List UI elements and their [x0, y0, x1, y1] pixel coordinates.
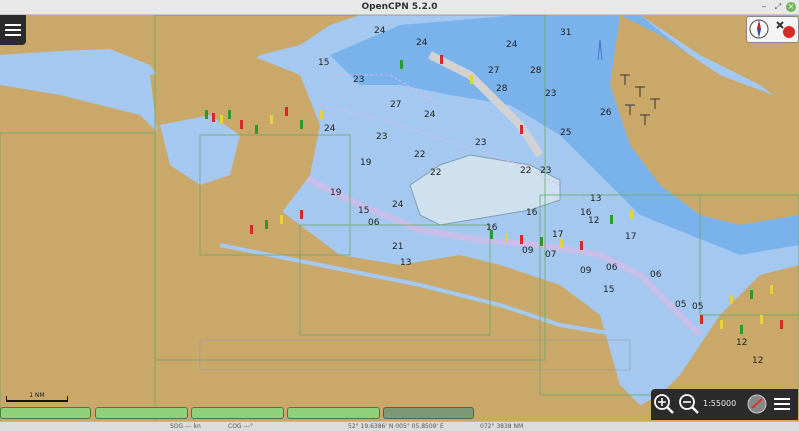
svg-text:13: 13 [400, 258, 411, 268]
main-menu-button[interactable] [0, 15, 26, 45]
svg-text:23: 23 [353, 75, 364, 85]
svg-text:15: 15 [318, 58, 329, 68]
piano-key[interactable] [191, 407, 284, 419]
svg-text:09: 09 [580, 266, 592, 276]
svg-text:23: 23 [376, 132, 387, 142]
svg-text:22: 22 [520, 166, 531, 176]
svg-text:12: 12 [752, 356, 763, 366]
nautical-chart: 24 24 24 15 23 27 28 31 27 28 23 24 24 2… [0, 15, 799, 421]
svg-text:24: 24 [392, 200, 404, 210]
svg-text:17: 17 [552, 230, 563, 240]
svg-text:09: 09 [522, 246, 534, 256]
hamburger-line [5, 34, 21, 36]
svg-text:23: 23 [545, 89, 556, 99]
svg-text:24: 24 [324, 124, 336, 134]
svg-text:24: 24 [374, 26, 386, 36]
scale-bar: 1 NM [6, 392, 68, 402]
chart-canvas[interactable]: 24 24 24 15 23 27 28 31 27 28 23 24 24 2… [0, 15, 799, 421]
scale-bar-line [6, 400, 68, 402]
svg-text:05: 05 [692, 302, 703, 312]
maximize-icon[interactable]: ⤢ [773, 2, 783, 12]
svg-text:16: 16 [486, 223, 498, 233]
hamburger-line [5, 29, 21, 31]
chart-scale-text: 1:55000 [703, 399, 737, 408]
svg-text:22: 22 [414, 150, 425, 160]
svg-text:13: 13 [590, 194, 601, 204]
route-icon[interactable] [746, 393, 768, 415]
toolbar-menu-icon[interactable] [771, 393, 793, 415]
svg-text:22: 22 [430, 168, 441, 178]
piano-key[interactable] [287, 407, 380, 419]
satellite-icon [776, 21, 784, 29]
gps-status-icon [783, 26, 795, 38]
svg-text:24: 24 [416, 38, 428, 48]
svg-text:28: 28 [496, 84, 508, 94]
svg-text:21: 21 [392, 242, 403, 252]
minimize-icon[interactable]: ‒ [759, 2, 769, 12]
svg-text:06: 06 [368, 218, 380, 228]
svg-text:06: 06 [650, 270, 662, 280]
window-titlebar: OpenCPN 5.2.0 ‒ ⤢ × [0, 0, 799, 15]
svg-text:17: 17 [625, 232, 636, 242]
svg-text:28: 28 [530, 66, 542, 76]
hamburger-icon [5, 24, 21, 26]
svg-text:27: 27 [488, 66, 499, 76]
svg-text:15: 15 [358, 206, 369, 216]
piano-key-inactive[interactable] [383, 407, 474, 419]
close-icon[interactable]: × [786, 2, 796, 12]
svg-text:25: 25 [560, 128, 571, 138]
svg-text:31: 31 [560, 28, 571, 38]
svg-text:26: 26 [600, 108, 612, 118]
compass-widget[interactable] [746, 16, 799, 43]
svg-text:19: 19 [330, 188, 342, 198]
chart-piano-bar[interactable] [0, 407, 490, 419]
window-title: OpenCPN 5.2.0 [361, 2, 438, 12]
svg-text:23: 23 [540, 166, 551, 176]
svg-text:19: 19 [360, 158, 372, 168]
svg-text:24: 24 [506, 40, 518, 50]
svg-text:05: 05 [675, 300, 686, 310]
svg-text:15: 15 [603, 285, 614, 295]
svg-text:12: 12 [736, 338, 747, 348]
svg-text:23: 23 [475, 138, 486, 148]
svg-text:27: 27 [390, 100, 401, 110]
piano-key[interactable] [0, 407, 91, 419]
zoom-in-icon[interactable] [653, 393, 675, 415]
svg-text:06: 06 [606, 263, 618, 273]
scale-bar-label: 1 NM [29, 392, 45, 399]
svg-text:16: 16 [526, 208, 538, 218]
zoom-out-icon[interactable] [678, 393, 700, 415]
svg-text:07: 07 [545, 250, 556, 260]
svg-text:12: 12 [588, 216, 599, 226]
svg-text:24: 24 [424, 110, 436, 120]
piano-key[interactable] [95, 407, 188, 419]
